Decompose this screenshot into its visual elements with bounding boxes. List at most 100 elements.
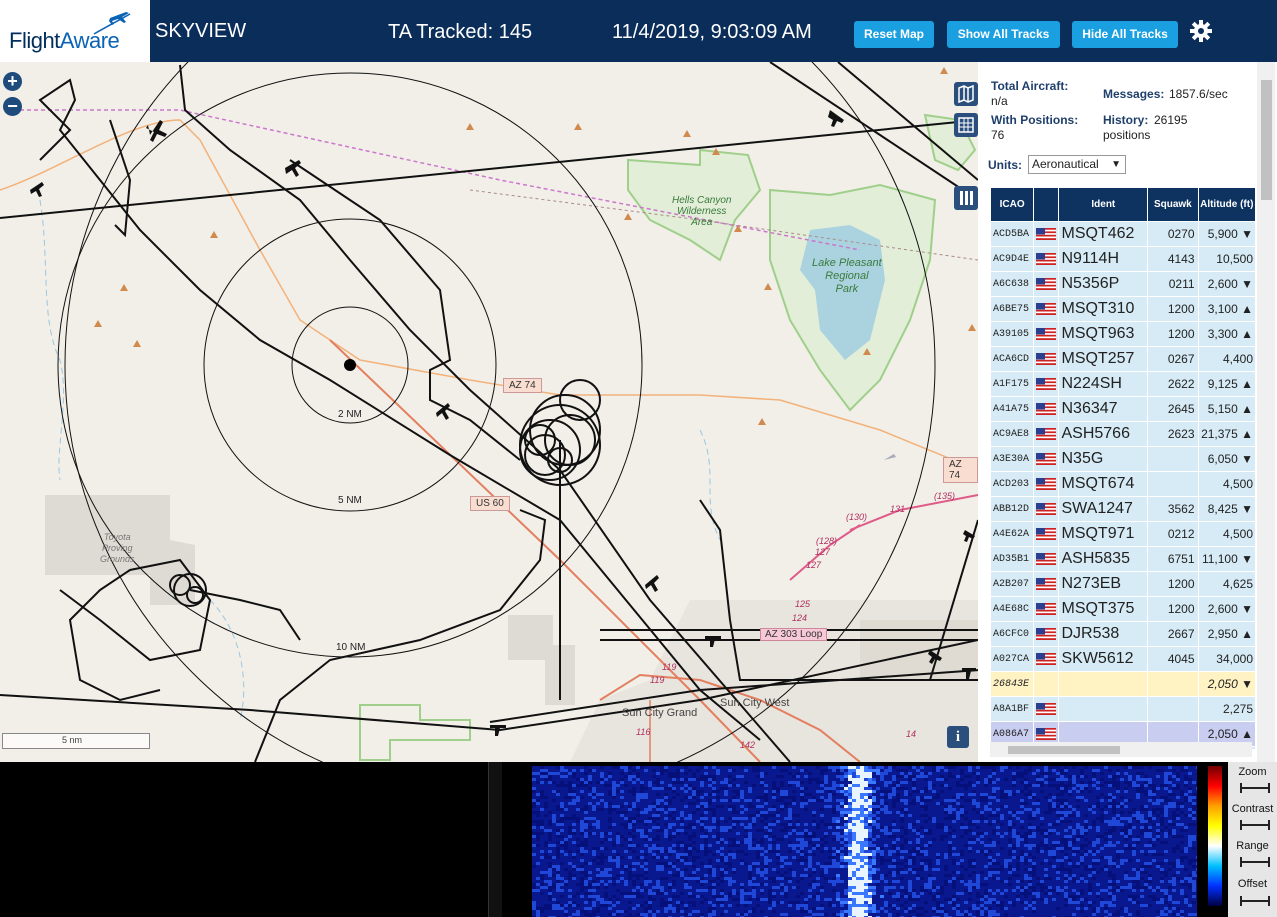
show-all-tracks-button[interactable]: Show All Tracks — [947, 21, 1060, 48]
us-flag-icon — [1036, 328, 1057, 341]
road-label-us60: US 60 — [470, 496, 510, 511]
us-flag-icon — [1036, 428, 1057, 441]
us-flag-icon — [1036, 253, 1057, 266]
col-altitude[interactable]: Altitude (ft) — [1198, 188, 1255, 221]
flag-cell — [1034, 697, 1059, 721]
aircraft-row[interactable]: A39105 MSQT963 1200 3,300 ▲ — [991, 322, 1255, 346]
icao-cell: ABB12D — [991, 497, 1034, 521]
aircraft-row[interactable]: A6CFC0 DJR538 2667 2,950 ▲ — [991, 622, 1255, 646]
col-icao[interactable]: ICAO — [991, 188, 1034, 221]
with-positions-value: 76 — [991, 128, 1005, 142]
us-flag-icon — [1036, 228, 1057, 241]
aircraft-row[interactable]: A4E68C MSQT375 1200 2,600 ▼ — [991, 597, 1255, 621]
history-unit: positions — [1103, 128, 1151, 142]
toggle-sidebar-button[interactable] — [954, 186, 978, 210]
col-ident[interactable]: Ident — [1059, 188, 1148, 221]
aircraft-row[interactable]: A6BE75 MSQT310 1200 3,100 ▲ — [991, 297, 1255, 321]
range-slider[interactable] — [1240, 857, 1270, 867]
map-scale-label: 5 nm — [62, 735, 83, 745]
aircraft-row[interactable]: A41A75 N36347 2645 5,150 ▲ — [991, 397, 1255, 421]
aircraft-row[interactable]: AD35B1 ASH5835 6751 11,100 ▼ — [991, 547, 1255, 571]
route-number: 127 — [806, 560, 822, 570]
us-flag-icon — [1036, 603, 1057, 616]
aircraft-row[interactable]: AC9D4E N9114H 4143 10,500 — [991, 247, 1255, 271]
route-number: 125 — [795, 599, 811, 609]
us-flag-icon — [1036, 578, 1057, 591]
aircraft-row[interactable]: A3E30A N35G 6,050 ▼ — [991, 447, 1255, 471]
ident-cell: N35G — [1059, 447, 1148, 471]
col-flag[interactable] — [1034, 188, 1059, 221]
units-select[interactable]: Aeronautical ▼ — [1028, 155, 1126, 174]
road-label-az303: AZ 303 Loop — [760, 628, 828, 641]
icao-cell: A39105 — [991, 322, 1034, 346]
messages-value: 1857.6/sec — [1169, 87, 1228, 101]
waterfall-display[interactable] — [532, 766, 1197, 917]
flag-cell — [1034, 572, 1059, 596]
altitude-cell: 3,100 ▲ — [1198, 297, 1255, 321]
zoom-out-button[interactable]: − — [3, 97, 22, 116]
flightaware-logo[interactable]: FlightAware — [0, 0, 150, 62]
aircraft-row[interactable]: ABB12D SWA1247 3562 8,425 ▼ — [991, 497, 1255, 521]
map-layers-button[interactable] — [954, 82, 978, 106]
aircraft-row[interactable]: A027CA SKW5612 4045 34,000 — [991, 647, 1255, 671]
info-button[interactable]: i — [947, 726, 969, 748]
hide-all-tracks-button[interactable]: Hide All Tracks — [1072, 21, 1178, 48]
route-number: 127 — [815, 547, 831, 557]
aircraft-row[interactable]: A8A1BF 2,275 — [991, 697, 1255, 721]
us-flag-icon — [1036, 278, 1057, 291]
sidebar-vertical-scrollbar[interactable] — [1257, 62, 1275, 762]
offset-slider[interactable] — [1240, 896, 1270, 906]
aircraft-row[interactable]: AC9AE8 ASH5766 2623 21,375 ▲ — [991, 422, 1255, 446]
aircraft-row[interactable]: A4E62A MSQT971 0212 4,500 — [991, 522, 1255, 546]
sun-city-west-label: Sun City West — [720, 697, 790, 709]
altitude-cell: 5,900 ▼ — [1198, 222, 1255, 246]
total-aircraft-value: n/a — [991, 94, 1008, 108]
toyota-label: Toyota Proving Grounds — [100, 532, 135, 564]
zoom-slider[interactable] — [1240, 783, 1270, 793]
aircraft-row[interactable]: 26843E 2,050 ▼ — [991, 672, 1255, 696]
ident-cell: DJR538 — [1059, 622, 1148, 646]
flag-cell — [1034, 272, 1059, 296]
history-value: 26195 — [1154, 113, 1188, 127]
map-icon — [958, 84, 974, 104]
contrast-slider[interactable] — [1240, 820, 1270, 830]
icao-cell: A3E30A — [991, 447, 1034, 471]
altitude-cell: 2,275 — [1198, 697, 1255, 721]
flag-cell — [1034, 672, 1059, 696]
aircraft-row[interactable]: ACD5BA MSQT462 0270 5,900 ▼ — [991, 222, 1255, 246]
icao-cell: A027CA — [991, 647, 1034, 671]
map-layer — [0, 62, 978, 762]
aircraft-row[interactable]: A6C638 N5356P 0211 2,600 ▼ — [991, 272, 1255, 296]
reset-map-button[interactable]: Reset Map — [854, 21, 934, 48]
icao-cell: A41A75 — [991, 397, 1034, 421]
panel-divider[interactable] — [488, 762, 502, 917]
map-grid-button[interactable] — [954, 113, 978, 137]
aircraft-row[interactable]: ACD203 MSQT674 4,500 — [991, 472, 1255, 496]
squawk-cell: 0267 — [1148, 347, 1198, 371]
flag-cell — [1034, 222, 1059, 246]
col-squawk[interactable]: Squawk — [1148, 188, 1198, 221]
route-number: 119 — [662, 662, 677, 672]
us-flag-icon — [1036, 403, 1057, 416]
flag-cell — [1034, 322, 1059, 346]
map-canvas[interactable]: 2 NM 5 NM 10 NM Hells Canyon Wilderness Ar… — [0, 62, 978, 762]
aircraft-row[interactable]: ACA6CD MSQT257 0267 4,400 — [991, 347, 1255, 371]
flag-cell — [1034, 397, 1059, 421]
hells-canyon-label: Hells Canyon Wilderness Area — [672, 195, 732, 228]
ident-cell: N273EB — [1059, 572, 1148, 596]
tracked-count: TA Tracked: 145 — [388, 21, 533, 43]
flag-cell — [1034, 472, 1059, 496]
icao-cell: AC9AE8 — [991, 422, 1034, 446]
us-flag-icon — [1036, 503, 1057, 516]
altitude-cell: 2,600 ▼ — [1198, 597, 1255, 621]
aircraft-row[interactable]: A1F175 N224SH 2622 9,125 ▲ — [991, 372, 1255, 396]
zoom-in-button[interactable]: + — [3, 72, 22, 91]
route-number: 116 — [636, 727, 651, 737]
icao-cell: A1F175 — [991, 372, 1034, 396]
ident-cell: SKW5612 — [1059, 647, 1148, 671]
table-horizontal-scrollbar[interactable] — [990, 742, 1252, 757]
ident-cell: ASH5835 — [1059, 547, 1148, 571]
gear-icon[interactable] — [1189, 19, 1213, 43]
offset-control-label: Offset — [1237, 878, 1268, 890]
aircraft-row[interactable]: A2B207 N273EB 1200 4,625 — [991, 572, 1255, 596]
